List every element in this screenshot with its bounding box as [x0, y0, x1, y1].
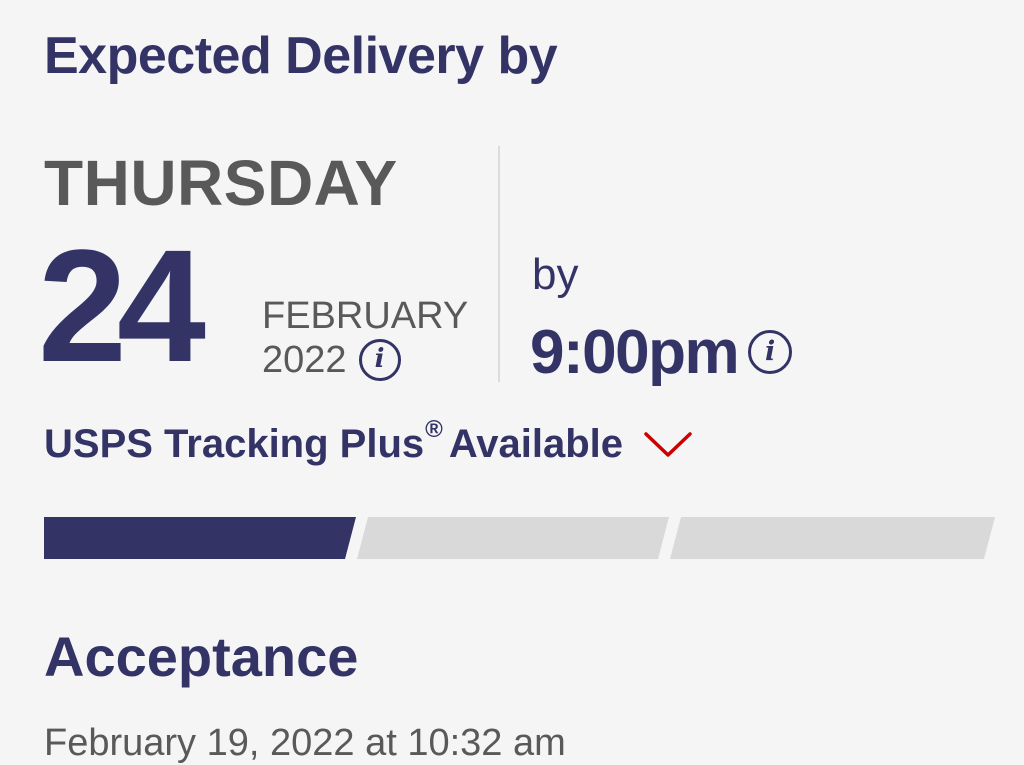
delivery-year-row: 2022 i — [262, 337, 401, 383]
registered-mark: ® — [425, 416, 443, 443]
date-time-divider — [498, 146, 500, 382]
progress-segment-1 — [44, 517, 356, 559]
date-info-icon[interactable]: i — [358, 339, 401, 381]
chevron-down-icon — [643, 430, 693, 465]
time-info-icon[interactable]: i — [748, 330, 793, 374]
tracking-event-timestamp: February 19, 2022 at 10:32 am — [44, 722, 566, 764]
tracking-plus-toggle[interactable]: USPS Tracking Plus ® Available — [44, 416, 693, 472]
delivery-progress-bar — [44, 517, 995, 559]
tracking-plus-label: USPS Tracking Plus — [44, 421, 425, 466]
tracking-plus-suffix: Available — [448, 421, 623, 466]
delivery-weekday: THURSDAY — [44, 147, 398, 219]
delivery-by-label: by — [532, 250, 579, 299]
expected-delivery-heading: Expected Delivery by — [44, 27, 558, 85]
progress-segment-3 — [670, 517, 995, 559]
delivery-year: 2022 — [262, 338, 347, 381]
progress-segment-2 — [357, 517, 669, 559]
delivery-time: 9:00pm — [530, 317, 740, 387]
delivery-time-row: 9:00pm i — [530, 316, 793, 388]
delivery-month: FEBRUARY — [262, 295, 469, 337]
tracking-event-status: Acceptance — [44, 625, 359, 688]
delivery-day: 24 — [38, 216, 206, 395]
